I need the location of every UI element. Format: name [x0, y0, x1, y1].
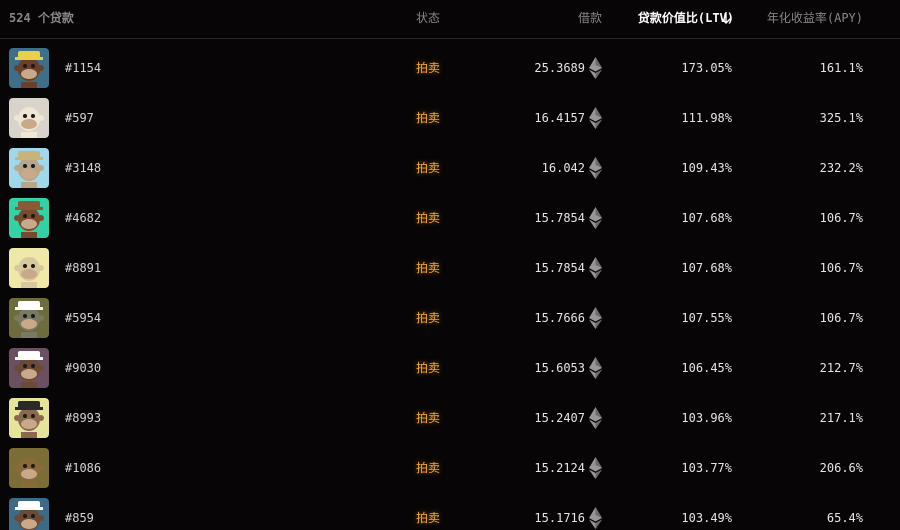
table-row[interactable]: #9030 拍卖 15.6053 106.45% 212.7% [0, 343, 900, 393]
borrow-amount: 15.2407 [534, 411, 585, 425]
apy-value: 206.6% [819, 461, 863, 475]
status-badge: 拍卖 [416, 461, 441, 475]
apy-value: 106.7% [819, 311, 863, 325]
status-badge: 拍卖 [416, 361, 441, 375]
loan-count-label: 524 个贷款 [9, 11, 74, 25]
status-badge: 拍卖 [416, 211, 441, 225]
status-badge: 拍卖 [416, 511, 441, 525]
eth-icon [589, 357, 602, 379]
nft-token-id[interactable]: #8891 [65, 261, 101, 275]
nft-token-id[interactable]: #597 [65, 111, 94, 125]
borrow-amount: 15.2124 [534, 461, 585, 475]
borrow-amount: 16.4157 [534, 111, 585, 125]
apy-value: 106.7% [819, 211, 863, 225]
eth-icon [589, 107, 602, 129]
nft-token-id[interactable]: #5954 [65, 311, 101, 325]
status-badge: 拍卖 [416, 411, 441, 425]
ltv-value: 103.96% [681, 411, 732, 425]
borrow-column-header[interactable]: 借款 [578, 11, 602, 25]
table-row[interactable]: #8891 拍卖 15.7854 107.68% 106.7% [0, 243, 900, 293]
eth-icon [589, 507, 602, 529]
borrow-amount: 15.7666 [534, 311, 585, 325]
nft-avatar [9, 498, 49, 530]
nft-token-id[interactable]: #9030 [65, 361, 101, 375]
ltv-value: 173.05% [681, 61, 732, 75]
nft-avatar [9, 198, 49, 238]
status-column-header[interactable]: 状态 [416, 11, 440, 25]
apy-value: 65.4% [826, 511, 863, 525]
nft-avatar [9, 98, 49, 138]
ltv-value: 111.98% [681, 111, 732, 125]
ltv-value: 103.77% [681, 461, 732, 475]
eth-icon [589, 257, 602, 279]
eth-icon [589, 457, 602, 479]
nft-avatar [9, 398, 49, 438]
ltv-value: 103.49% [681, 511, 732, 525]
eth-icon [589, 57, 602, 79]
eth-icon [589, 207, 602, 229]
table-row[interactable]: #4682 拍卖 15.7854 107.68% 106.7% [0, 193, 900, 243]
table-row[interactable]: #1154 拍卖 25.3689 173.05% 161.1% [0, 43, 900, 93]
nft-avatar [9, 348, 49, 388]
nft-token-id[interactable]: #1154 [65, 61, 101, 75]
status-badge: 拍卖 [416, 261, 441, 275]
sort-descending-icon[interactable] [719, 11, 733, 25]
apy-value: 161.1% [819, 61, 863, 75]
nft-token-id[interactable]: #8993 [65, 411, 101, 425]
nft-token-id[interactable]: #4682 [65, 211, 101, 225]
table-row[interactable]: #1086 拍卖 15.2124 103.77% 206.6% [0, 443, 900, 493]
nft-avatar [9, 148, 49, 188]
table-row[interactable]: #859 拍卖 15.1716 103.49% 65.4% [0, 493, 900, 530]
nft-token-id[interactable]: #1086 [65, 461, 101, 475]
loan-list: #1154 拍卖 25.3689 173.05% 161.1% #597 拍卖 … [0, 43, 900, 530]
nft-avatar [9, 448, 49, 488]
table-row[interactable]: #3148 拍卖 16.042 109.43% 232.2% [0, 143, 900, 193]
table-row[interactable]: #5954 拍卖 15.7666 107.55% 106.7% [0, 293, 900, 343]
table-header: 524 个贷款 状态 借款 贷款价值比(LTV) 年化收益率(APY) [0, 0, 900, 39]
apy-value: 232.2% [819, 161, 863, 175]
nft-token-id[interactable]: #3148 [65, 161, 101, 175]
ltv-value: 109.43% [681, 161, 732, 175]
borrow-amount: 25.3689 [534, 61, 585, 75]
ltv-value: 106.45% [681, 361, 732, 375]
status-badge: 拍卖 [416, 161, 441, 175]
eth-icon [589, 407, 602, 429]
borrow-amount: 15.6053 [534, 361, 585, 375]
eth-icon [589, 157, 602, 179]
table-row[interactable]: #8993 拍卖 15.2407 103.96% 217.1% [0, 393, 900, 443]
borrow-amount: 16.042 [541, 161, 585, 175]
borrow-amount: 15.7854 [534, 261, 585, 275]
apy-value: 106.7% [819, 261, 863, 275]
loans-table: 524 个贷款 状态 借款 贷款价值比(LTV) 年化收益率(APY) #115… [0, 0, 900, 530]
apy-value: 217.1% [819, 411, 863, 425]
nft-avatar [9, 248, 49, 288]
borrow-amount: 15.1716 [534, 511, 585, 525]
nft-avatar [9, 48, 49, 88]
ltv-value: 107.68% [681, 211, 732, 225]
ltv-value: 107.68% [681, 261, 732, 275]
apy-value: 325.1% [819, 111, 863, 125]
nft-avatar [9, 298, 49, 338]
ltv-value: 107.55% [681, 311, 732, 325]
eth-icon [589, 307, 602, 329]
status-badge: 拍卖 [416, 61, 441, 75]
apy-column-header[interactable]: 年化收益率(APY) [767, 11, 863, 25]
nft-token-id[interactable]: #859 [65, 511, 94, 525]
status-badge: 拍卖 [416, 111, 441, 125]
status-badge: 拍卖 [416, 311, 441, 325]
borrow-amount: 15.7854 [534, 211, 585, 225]
apy-value: 212.7% [819, 361, 863, 375]
table-row[interactable]: #597 拍卖 16.4157 111.98% 325.1% [0, 93, 900, 143]
